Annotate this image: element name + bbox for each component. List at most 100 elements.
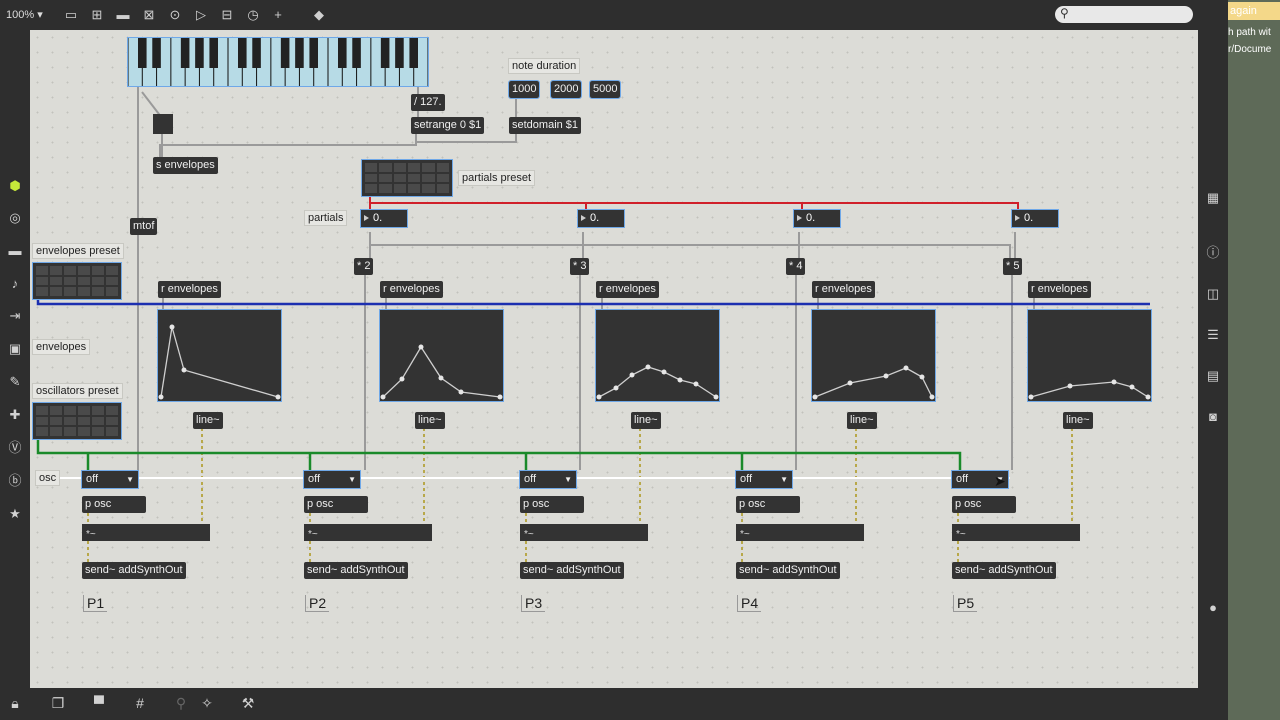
setdomain-message[interactable]: setdomain $1	[509, 117, 582, 134]
comment-icon[interactable]: ▬	[115, 7, 131, 23]
add-icon[interactable]: +	[270, 7, 286, 23]
message-icon[interactable]: ⊟	[219, 7, 235, 23]
p-osc-subpatcher[interactable]: p osc	[304, 496, 368, 513]
partial-2-number[interactable]: 0.	[577, 209, 625, 228]
bucket-icon[interactable]: ◆	[311, 7, 327, 23]
p-osc-subpatcher[interactable]: p osc	[82, 496, 146, 513]
text-icon[interactable]: ⊞	[89, 7, 105, 23]
multiply-4-object[interactable]: * 4	[786, 258, 806, 275]
book-icon[interactable]: ▤	[1204, 367, 1222, 385]
grid-toggle-icon[interactable]: #	[130, 694, 150, 712]
receive-envelopes-object[interactable]: r envelopes	[596, 281, 659, 298]
send-addsynthout-object[interactable]: send~ addSynthOut	[82, 562, 186, 579]
paperclip-icon[interactable]: ✎	[6, 373, 24, 391]
music-note-icon[interactable]: ♪	[6, 275, 24, 293]
package-icon[interactable]: ⬢	[6, 177, 24, 195]
piano-keyboard[interactable]	[127, 37, 429, 87]
present-icon[interactable]: ▭	[63, 7, 79, 23]
partial-3-number[interactable]: 0.	[793, 209, 841, 228]
grid-icon[interactable]: ▦	[1204, 189, 1222, 207]
envelope-function-2[interactable]	[379, 309, 504, 402]
wrench-icon[interactable]: ⚒	[238, 694, 258, 712]
duration-1000-message[interactable]: 1000	[507, 80, 541, 99]
receive-envelopes-object[interactable]: r envelopes	[380, 281, 443, 298]
line-tilde-object[interactable]: line~	[1063, 412, 1093, 429]
line-tilde-object[interactable]: line~	[415, 412, 445, 429]
p-osc-subpatcher[interactable]: p osc	[736, 496, 800, 513]
search-input[interactable]	[1055, 6, 1193, 23]
chat-icon[interactable]: ▀	[89, 694, 109, 712]
send-addsynthout-object[interactable]: send~ addSynthOut	[304, 562, 408, 579]
volume-slider-icon[interactable]: ●	[1204, 599, 1222, 617]
list-icon[interactable]: ☰	[1204, 326, 1222, 344]
envelope-function-4[interactable]	[811, 309, 936, 402]
multiply-3-object[interactable]: * 3	[570, 258, 590, 275]
send-addsynthout-object[interactable]: send~ addSynthOut	[952, 562, 1056, 579]
envelope-function-5[interactable]	[1027, 309, 1152, 402]
black-key	[409, 38, 418, 68]
envelopes-preset[interactable]	[32, 262, 122, 300]
image-icon[interactable]: ▣	[6, 340, 24, 358]
mtof-object[interactable]: mtof	[130, 218, 158, 235]
toggle-button[interactable]	[153, 114, 173, 134]
wand-icon[interactable]: ✧	[197, 694, 217, 712]
partial-label: P3	[521, 595, 546, 612]
black-key	[138, 38, 147, 68]
multiply-signal-label: *~	[524, 529, 534, 540]
multiply-signal-object[interactable]: *~	[736, 524, 864, 541]
info-icon[interactable]: ⓘ	[1204, 244, 1222, 262]
split-view-icon[interactable]: ◫	[1204, 285, 1222, 303]
waveform-menu[interactable]: off ▼	[303, 470, 361, 489]
clear-icon[interactable]: ⊠	[141, 7, 157, 23]
envelope-function-1[interactable]	[157, 309, 282, 402]
black-key	[309, 38, 318, 68]
line-tilde-object[interactable]: line~	[631, 412, 661, 429]
sequence-icon[interactable]: ⇥	[6, 307, 24, 325]
multiply-2-object[interactable]: * 2	[354, 258, 374, 275]
send-envelopes-object[interactable]: s envelopes	[153, 157, 218, 174]
osc-comment: osc	[35, 470, 61, 486]
receive-envelopes-object[interactable]: r envelopes	[812, 281, 875, 298]
line-tilde-object[interactable]: line~	[847, 412, 877, 429]
receive-envelopes-object[interactable]: r envelopes	[158, 281, 221, 298]
waveform-menu[interactable]: off ▼	[519, 470, 577, 489]
multiply-signal-object[interactable]: *~	[304, 524, 432, 541]
line-tilde-object[interactable]: line~	[193, 412, 223, 429]
p-osc-subpatcher[interactable]: p osc	[520, 496, 584, 513]
envelope-function-3[interactable]	[595, 309, 720, 402]
zoom-menu[interactable]: 100% ▾	[6, 8, 43, 21]
divide-object[interactable]: / 127.	[411, 94, 445, 111]
oscillators-preset[interactable]	[32, 402, 122, 440]
right-sidebar	[1198, 30, 1228, 690]
multiply-signal-object[interactable]: *~	[520, 524, 648, 541]
send-addsynthout-object[interactable]: send~ addSynthOut	[736, 562, 840, 579]
dial-icon[interactable]: ◷	[245, 7, 261, 23]
duration-2000-message[interactable]: 2000	[549, 80, 583, 99]
p-osc-subpatcher[interactable]: p osc	[952, 496, 1016, 513]
partial-4-number[interactable]: 0.	[1011, 209, 1059, 228]
waveform-menu[interactable]: off ▼	[81, 470, 139, 489]
setrange-message[interactable]: setrange 0 $1	[411, 117, 485, 134]
send-addsynthout-object[interactable]: send~ addSynthOut	[520, 562, 624, 579]
v-logo-icon[interactable]: Ⓥ	[6, 439, 24, 457]
multiply-5-object[interactable]: * 5	[1003, 258, 1023, 275]
partials-preset[interactable]	[361, 159, 453, 197]
waveform-menu[interactable]: off ▼	[735, 470, 793, 489]
windows-icon[interactable]: ❐	[48, 694, 68, 712]
puzzle-icon[interactable]: ✚	[6, 406, 24, 424]
envelopes-comment: envelopes	[32, 339, 91, 355]
multiply-signal-object[interactable]: *~	[952, 524, 1080, 541]
duration-5000-message[interactable]: 5000	[588, 80, 622, 99]
star-icon[interactable]: ★	[6, 505, 24, 523]
window-icon[interactable]: ▬	[6, 242, 24, 260]
multiply-signal-object[interactable]: *~	[82, 524, 210, 541]
target-icon[interactable]: ⊙	[167, 7, 183, 23]
lock-icon[interactable]: 🔒︎	[5, 694, 25, 712]
b-logo-icon[interactable]: ⓑ	[6, 472, 24, 490]
camera-icon[interactable]: ◙	[1204, 408, 1222, 426]
browser-text-line: r/Docume	[1228, 44, 1272, 55]
target-circle-icon[interactable]: ◎	[6, 209, 24, 227]
receive-envelopes-object[interactable]: r envelopes	[1028, 281, 1091, 298]
partial-1-number[interactable]: 0.	[360, 209, 408, 228]
panel-icon[interactable]: ▷	[193, 7, 209, 23]
